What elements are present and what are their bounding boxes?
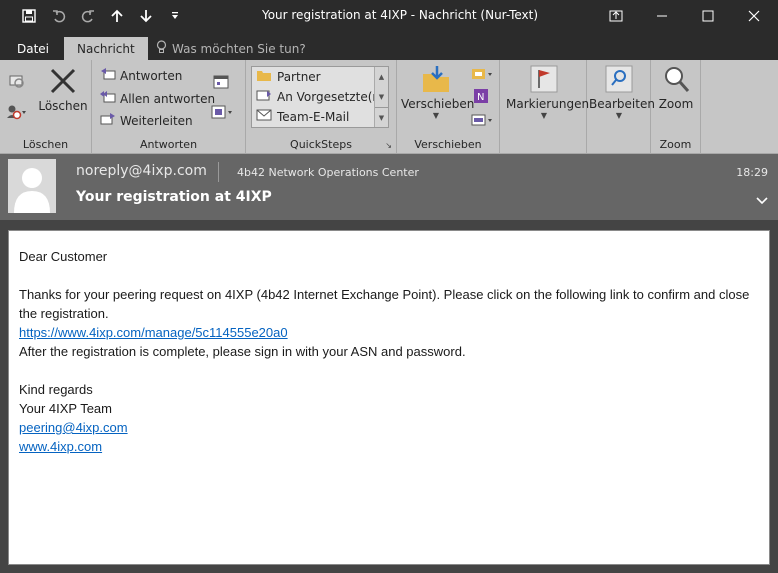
minimize-icon[interactable]	[646, 4, 678, 28]
down-arrow-icon[interactable]	[137, 7, 155, 25]
reply-button[interactable]: Antworten	[100, 67, 182, 84]
tags-group: Markierungen ▼	[500, 60, 590, 154]
move-group-label: Verschieben	[414, 138, 482, 151]
lightbulb-icon	[156, 40, 167, 57]
ribbon: Löschen Löschen Antworten Allen antworte…	[0, 60, 778, 154]
zoom-group-label: Zoom	[659, 138, 692, 151]
signature: Your 4IXP Team	[19, 401, 112, 416]
chevron-down-icon: ▼	[540, 111, 548, 120]
respond-group: Antworten Allen antworten Weiterleiten A…	[92, 60, 246, 154]
close-icon[interactable]	[738, 4, 770, 28]
avatar	[8, 159, 56, 213]
more-respond-icon[interactable]	[211, 104, 237, 124]
edit-group: Bearbeiten ▼	[587, 60, 655, 154]
quickstep-partner[interactable]: Partner	[256, 68, 321, 85]
delete-group: Löschen Löschen	[0, 60, 92, 154]
quicksteps-gallery: Partner An Vorgesetzte(n) Team-E-Mail ▲ …	[251, 66, 389, 128]
body-paragraph: After the registration is complete, plea…	[19, 344, 466, 359]
redo-icon[interactable]	[79, 7, 97, 25]
zoom-button[interactable]: Zoom	[653, 64, 699, 111]
edit-button[interactable]: Bearbeiten ▼	[589, 64, 655, 120]
ignore-icon[interactable]	[8, 72, 24, 92]
move-group: Verschieben ▼ N Verschieben	[397, 60, 500, 154]
forward-button[interactable]: Weiterleiten	[100, 112, 193, 129]
dialog-launcher-icon[interactable]: ↘	[385, 141, 392, 150]
magnifier-icon	[653, 64, 699, 97]
customize-qat-icon[interactable]	[166, 7, 184, 25]
chevron-down-icon: ▼	[615, 111, 623, 120]
message-subject: Your registration at 4IXP	[76, 189, 272, 205]
forward-mail-icon	[256, 88, 272, 105]
forward-label: Weiterleiten	[120, 113, 193, 128]
ribbon-tabs: Datei Nachricht Was möchten Sie tun?	[0, 34, 778, 60]
actions-icon[interactable]	[471, 112, 497, 132]
email-link[interactable]: peering@4ixp.com	[19, 420, 128, 435]
quickstep-team-email[interactable]: Team-E-Mail	[256, 108, 349, 125]
onenote-icon[interactable]: N	[473, 88, 489, 108]
scroll-down-icon[interactable]: ▼	[375, 87, 388, 107]
maximize-icon[interactable]	[692, 4, 724, 28]
move-folder-icon	[401, 64, 471, 97]
quickstep-label: An Vorgesetzte(n)	[277, 89, 385, 104]
junk-icon[interactable]	[6, 104, 30, 124]
svg-text:N: N	[477, 92, 484, 103]
up-arrow-icon[interactable]	[108, 7, 126, 25]
tab-message[interactable]: Nachricht	[64, 37, 148, 60]
reply-label: Antworten	[120, 68, 183, 83]
gallery-more-icon[interactable]: ▼	[375, 107, 388, 127]
expand-header-icon[interactable]	[756, 194, 768, 208]
quicksteps-scrollbar[interactable]: ▲ ▼ ▼	[374, 67, 388, 127]
folder-icon	[256, 68, 272, 85]
undo-icon[interactable]	[50, 7, 68, 25]
sender-address[interactable]: noreply@4ixp.com	[76, 163, 207, 179]
move-button[interactable]: Verschieben ▼	[401, 64, 475, 120]
tell-me-box[interactable]: Was möchten Sie tun?	[156, 40, 306, 57]
quickstep-label: Partner	[277, 69, 321, 84]
website-link[interactable]: www.4ixp.com	[19, 439, 102, 454]
title-bar: Your registration at 4IXP - Nachricht (N…	[0, 0, 778, 34]
body-paragraph: Thanks for your peering request on 4IXP …	[19, 287, 750, 321]
delete-group-label: Löschen	[22, 138, 69, 151]
tell-me-text: Was möchten Sie tun?	[172, 41, 306, 56]
closing: Kind regards	[19, 382, 93, 397]
tags-label: Markierungen	[506, 97, 590, 111]
quickstep-manager[interactable]: An Vorgesetzte(n)	[256, 88, 385, 105]
reply-all-icon	[100, 90, 116, 107]
greeting: Dear Customer	[19, 249, 108, 264]
reply-all-button[interactable]: Allen antworten	[100, 90, 215, 107]
sender-organization: 4b42 Network Operations Center	[237, 166, 419, 179]
received-time: 18:29	[736, 166, 768, 179]
zoom-label: Zoom	[658, 97, 694, 111]
reply-all-label: Allen antworten	[120, 91, 216, 106]
message-header: noreply@4ixp.com 4b42 Network Operations…	[0, 154, 778, 220]
zoom-group: Zoom Zoom	[651, 60, 701, 154]
confirm-link[interactable]: https://www.4ixp.com/manage/5c114555e20a…	[19, 325, 288, 340]
divider	[218, 162, 219, 182]
quicksteps-group-label: QuickSteps	[290, 138, 352, 151]
message-body[interactable]: Dear Customer Thanks for your peering re…	[8, 230, 770, 565]
ribbon-display-options-icon[interactable]	[600, 4, 632, 28]
reply-icon	[100, 67, 116, 84]
scroll-up-icon[interactable]: ▲	[375, 67, 388, 87]
chevron-down-icon: ▼	[432, 111, 440, 120]
respond-group-label: Antworten	[139, 138, 198, 151]
quickstep-label: Team-E-Mail	[277, 109, 350, 124]
tab-file[interactable]: Datei	[4, 37, 62, 60]
move-label: Verschieben	[401, 97, 475, 111]
delete-button[interactable]: Löschen	[38, 66, 88, 113]
window-title: Your registration at 4IXP - Nachricht (N…	[261, 8, 539, 22]
rules-icon[interactable]	[471, 66, 497, 86]
tags-button[interactable]: Markierungen ▼	[506, 64, 590, 120]
edit-label: Bearbeiten	[589, 97, 655, 111]
meeting-reply-icon[interactable]	[213, 74, 229, 94]
flag-icon	[506, 64, 582, 97]
delete-x-icon	[38, 66, 88, 99]
delete-label: Löschen	[38, 99, 88, 113]
forward-icon	[100, 112, 116, 129]
save-icon[interactable]	[20, 7, 38, 25]
mail-icon	[256, 108, 272, 125]
find-icon	[589, 64, 649, 97]
